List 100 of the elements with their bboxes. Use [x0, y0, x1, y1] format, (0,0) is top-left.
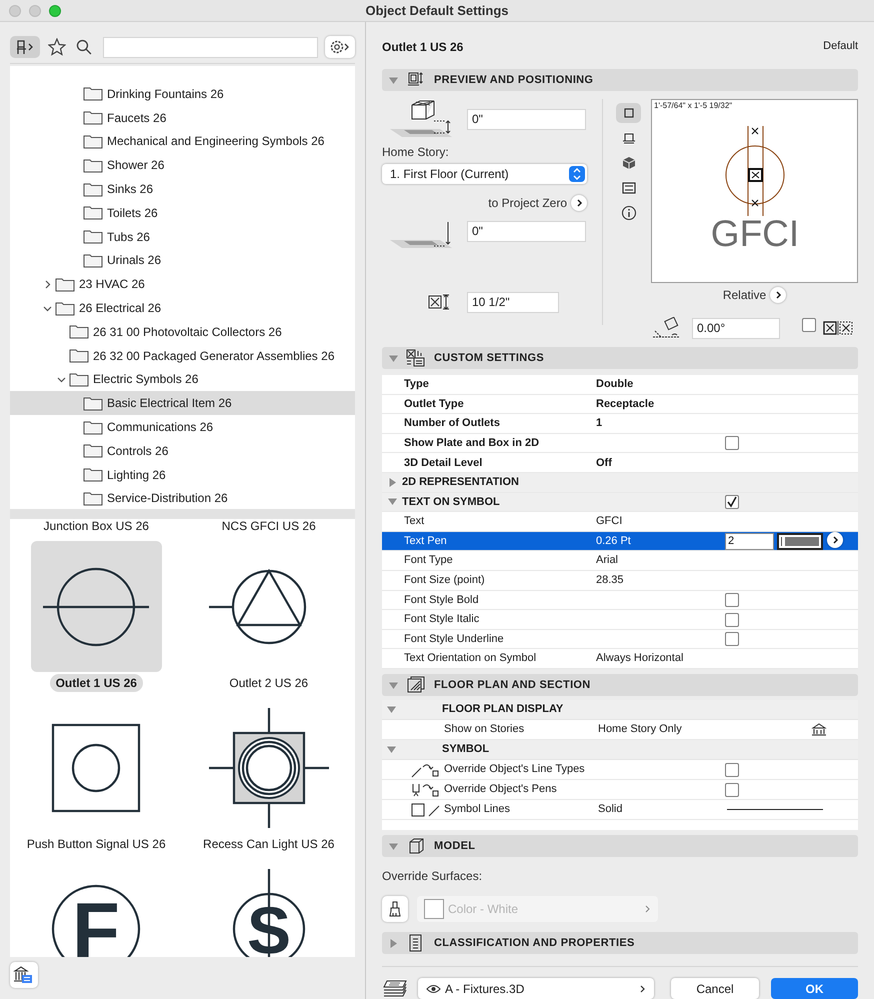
property-label: Font Style Italic — [404, 612, 480, 628]
checkbox[interactable] — [802, 318, 816, 332]
property-value: Off — [596, 456, 612, 469]
window-title: Object Default Settings — [365, 2, 509, 20]
folder-icon — [83, 86, 103, 102]
checkbox[interactable] — [725, 632, 739, 646]
layers-icon[interactable] — [382, 978, 408, 998]
item-caption[interactable]: Recess Can Light US 26 — [197, 835, 340, 853]
folder-icon — [69, 348, 89, 364]
property-row[interactable]: Font Style Underline — [382, 630, 858, 650]
item-caption[interactable]: Outlet 1 US 26 — [50, 674, 143, 692]
folder-icon — [83, 443, 103, 458]
search-icon[interactable] — [76, 39, 92, 55]
property-label: Type — [404, 377, 430, 392]
chevron-button[interactable] — [770, 287, 786, 304]
brush-icon — [388, 901, 402, 917]
checkbox[interactable] — [725, 494, 739, 509]
gallery-tile[interactable] — [30, 541, 162, 672]
cube-icon — [620, 155, 636, 172]
checkbox[interactable] — [725, 436, 739, 450]
search-field[interactable] — [102, 36, 318, 58]
home-story-select[interactable]: 1. First Floor (Current) — [382, 164, 587, 184]
zoom-button[interactable] — [49, 5, 61, 17]
item-caption[interactable]: NCS GFCI US 26 — [216, 519, 322, 535]
checkbox[interactable] — [725, 592, 739, 607]
property-label: 3D Detail Level — [404, 456, 484, 471]
property-row[interactable]: Outlet Type Receptacle — [382, 394, 858, 414]
floor-plan-icon — [406, 676, 426, 694]
property-row[interactable]: TEXT ON SYMBOL — [382, 492, 858, 512]
angle-field[interactable]: 0.00° — [692, 318, 780, 339]
chevron-button[interactable] — [827, 532, 843, 548]
property-label: Text Orientation on Symbol — [404, 651, 538, 666]
ok-button[interactable]: OK — [771, 978, 858, 999]
property-row[interactable]: Font Style Bold — [382, 590, 858, 610]
folder-icon — [69, 372, 89, 387]
property-row[interactable]: 2D REPRESENTATION — [382, 473, 858, 493]
property-label: Font Style Underline — [404, 632, 505, 647]
height-field[interactable]: 10 1/2" — [467, 292, 559, 313]
section-header[interactable]: CLASSIFICATION AND PROPERTIES — [382, 932, 858, 954]
section-header[interactable]: PREVIEW AND POSITIONING — [382, 69, 858, 92]
caret-icon[interactable] — [387, 745, 396, 754]
folder-icon — [83, 134, 103, 149]
section-header[interactable]: MODEL — [382, 835, 858, 857]
property-row[interactable]: Font Style Italic — [382, 610, 858, 630]
elevation-icon — [620, 180, 636, 196]
property-row[interactable]: Text Pen 0.26 Pt 2 — [382, 532, 858, 552]
library-manager-button[interactable] — [10, 962, 38, 988]
caret-icon[interactable] — [387, 705, 396, 714]
property-value: Home Story Only — [598, 723, 682, 736]
cancel-button[interactable]: Cancel — [671, 978, 759, 999]
property-label: Font Size (point) — [404, 573, 486, 588]
chevron-icon — [576, 199, 582, 208]
gear-icon — [329, 39, 352, 55]
section-header[interactable]: CUSTOM SETTINGS — [382, 347, 858, 370]
layer-dropdown[interactable]: A - Fixtures.3D — [418, 978, 654, 999]
caret-icon[interactable] — [388, 478, 396, 487]
item-caption[interactable]: Push Button Signal US 26 — [20, 835, 172, 853]
property-label: Text — [404, 514, 426, 530]
item-caption[interactable]: Outlet 2 US 26 — [223, 674, 314, 692]
tree-item[interactable]: Basic Electrical Item 26 — [10, 391, 355, 416]
brush-button[interactable] — [382, 896, 408, 922]
elevation-field[interactable]: 0" — [467, 108, 586, 130]
star-icon[interactable] — [48, 38, 66, 56]
property-label: Outlet Type — [404, 396, 465, 412]
section-header[interactable]: FLOOR PLAN AND SECTION — [382, 674, 858, 696]
pen-color-swatch[interactable] — [777, 532, 823, 550]
pen-field[interactable]: 2 — [725, 532, 774, 550]
chevron-icon[interactable] — [57, 374, 66, 384]
chevron-icon[interactable] — [43, 304, 52, 313]
view-mode-button[interactable] — [616, 103, 641, 124]
chevron-icon[interactable] — [43, 280, 52, 289]
caret-icon[interactable] — [388, 497, 396, 506]
property-label: Override Object's Line Types — [444, 762, 586, 778]
checkbox[interactable] — [725, 612, 739, 627]
folder-icon — [55, 276, 75, 292]
folder-icon — [83, 420, 103, 435]
profile-label: Default — [823, 39, 858, 54]
stepper-icon — [573, 168, 581, 180]
property-label: Number of Outlets — [404, 416, 501, 432]
chevron-button[interactable] — [571, 195, 587, 212]
checkbox[interactable] — [725, 762, 739, 776]
library-button[interactable] — [10, 36, 40, 58]
marker-icon[interactable] — [823, 321, 853, 336]
folder-icon — [83, 467, 103, 482]
override-label: Override Surfaces: — [382, 869, 482, 883]
folder-icon — [69, 324, 89, 340]
library-list-icon — [13, 966, 35, 984]
home-story-label: Home Story: — [382, 144, 450, 162]
checkbox[interactable] — [725, 782, 739, 796]
height-icon — [428, 294, 452, 310]
size-label: 1'-57/64" x 1'-5 19/32" — [654, 101, 732, 112]
folder-icon — [83, 252, 103, 268]
reference-elevation-field[interactable]: 0" — [467, 220, 586, 242]
item-caption[interactable]: Junction Box US 26 — [38, 519, 155, 535]
pen-override-icon — [411, 782, 441, 798]
property-label: Font Style Bold — [404, 592, 480, 608]
group-label: TEXT ON SYMBOL — [402, 494, 501, 510]
property-row[interactable]: Show Plate and Box in 2D — [382, 434, 858, 454]
stories-icon[interactable] — [811, 722, 827, 736]
settings-button[interactable] — [325, 36, 356, 58]
